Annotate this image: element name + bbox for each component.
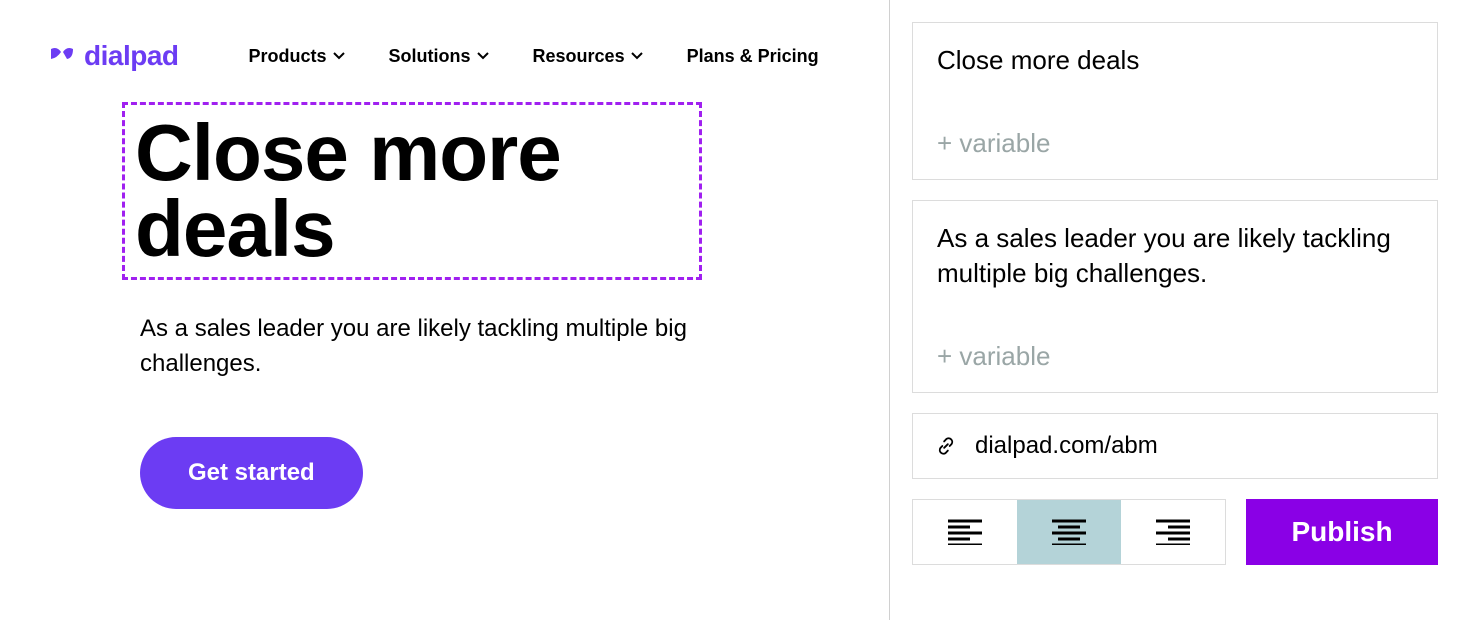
body-field-value: As a sales leader you are likely tacklin…: [937, 221, 1413, 291]
url-field[interactable]: dialpad.com/abm: [912, 413, 1438, 479]
preview-pane: dialpad Products Solutions Resources Pla…: [0, 0, 890, 620]
chevron-down-icon: [631, 52, 643, 60]
align-left-button[interactable]: [913, 500, 1017, 564]
nav-solutions[interactable]: Solutions: [389, 46, 489, 67]
preview-nav: Products Solutions Resources Plans & Pri…: [249, 46, 819, 67]
nav-resources-label: Resources: [533, 46, 625, 67]
hero-title: Close more deals: [135, 115, 669, 267]
align-left-icon: [948, 519, 982, 545]
nav-products[interactable]: Products: [249, 46, 345, 67]
nav-products-label: Products: [249, 46, 327, 67]
brand-logo[interactable]: dialpad: [48, 40, 179, 72]
editor-bottom-row: Publish: [912, 499, 1438, 565]
align-group: [912, 499, 1226, 565]
hero-title-selection[interactable]: Close more deals: [122, 102, 702, 280]
align-center-button[interactable]: [1017, 500, 1121, 564]
get-started-button[interactable]: Get started: [140, 437, 363, 509]
nav-resources[interactable]: Resources: [533, 46, 643, 67]
brand-logo-mark-icon: [48, 46, 76, 66]
align-center-icon: [1052, 519, 1086, 545]
editor-pane: Close more deals + variable As a sales l…: [890, 0, 1460, 620]
nav-plans-label: Plans & Pricing: [687, 46, 819, 67]
preview-topbar: dialpad Products Solutions Resources Pla…: [0, 0, 889, 72]
align-right-icon: [1156, 519, 1190, 545]
title-field-value: Close more deals: [937, 43, 1413, 78]
align-right-button[interactable]: [1121, 500, 1225, 564]
link-icon: [935, 435, 957, 457]
hero-subtitle: As a sales leader you are likely tacklin…: [140, 312, 740, 382]
chevron-down-icon: [333, 52, 345, 60]
publish-button[interactable]: Publish: [1246, 499, 1438, 565]
add-variable-button[interactable]: + variable: [937, 341, 1413, 372]
brand-name: dialpad: [84, 40, 179, 72]
body-field[interactable]: As a sales leader you are likely tacklin…: [912, 200, 1438, 393]
nav-solutions-label: Solutions: [389, 46, 471, 67]
chevron-down-icon: [477, 52, 489, 60]
hero-section: Close more deals As a sales leader you a…: [0, 72, 889, 509]
url-value: dialpad.com/abm: [975, 432, 1158, 460]
add-variable-button[interactable]: + variable: [937, 128, 1413, 159]
nav-plans[interactable]: Plans & Pricing: [687, 46, 819, 67]
title-field[interactable]: Close more deals + variable: [912, 22, 1438, 180]
